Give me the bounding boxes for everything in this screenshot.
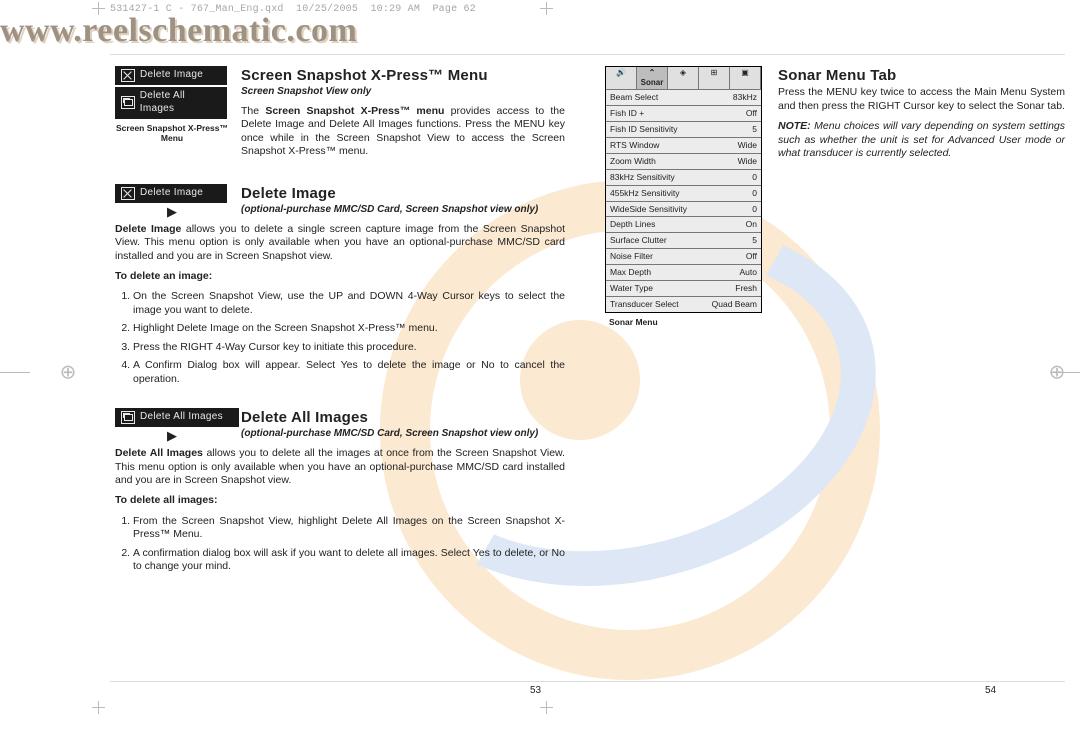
heading-xpress-menu: Screen Snapshot X-Press™ Menu <box>241 66 565 85</box>
tab-icon: ◈ <box>668 67 699 89</box>
arrow-icon: ▶ <box>115 204 229 221</box>
body: Delete All Images allows you to delete a… <box>115 447 565 487</box>
tab-sonar: ⌃ Sonar <box>637 67 668 89</box>
list-item: From the Screen Snapshot View, highlight… <box>133 515 565 542</box>
sonar-menu-row: RTS WindowWide <box>606 138 761 154</box>
tab-icon: ▣ <box>730 67 761 89</box>
sonar-menu-row: WideSide Sensitivity0 <box>606 202 761 218</box>
page-number-left: 53 <box>530 685 541 696</box>
menu-item-delete-all: Delete All Images <box>115 87 227 119</box>
steps-list: From the Screen Snapshot View, highlight… <box>133 515 565 574</box>
xpress-menu-graphic: Delete Image Delete All Images Screen Sn… <box>115 66 229 166</box>
watermark-url: www.reelschematic.com <box>0 12 357 50</box>
rule-bottom <box>110 681 1065 682</box>
cropmark-icon <box>92 2 105 15</box>
rule-top <box>110 54 1065 55</box>
lead-in: To delete all images: <box>115 494 565 507</box>
body: Press the MENU key twice to access the M… <box>778 86 1065 113</box>
list-item: A Confirm Dialog box will appear. Select… <box>133 359 565 386</box>
sonar-menu-row: Transducer SelectQuad Beam <box>606 297 761 312</box>
stack-icon <box>121 96 135 109</box>
menu-item-delete-all: Delete All Images <box>115 408 239 427</box>
sonar-menu-row: Water TypeFresh <box>606 281 761 297</box>
x-icon <box>121 69 135 82</box>
cropmark-icon <box>92 701 105 714</box>
x-icon <box>121 187 135 200</box>
sonar-menu-row: 455kHz Sensitivity0 <box>606 186 761 202</box>
list-item: Highlight Delete Image on the Screen Sna… <box>133 322 565 335</box>
menu-item-delete-image: Delete Image <box>115 66 227 85</box>
sonar-menu-caption: Sonar Menu <box>609 317 762 328</box>
menu-item-delete-image: Delete Image <box>115 184 227 203</box>
tab-icon: 🔊 <box>606 67 637 89</box>
lead-in: To delete an image: <box>115 270 565 283</box>
tab-strip: 🔊 ⌃ Sonar ◈ ⊞ ▣ <box>606 67 761 90</box>
tab-icon: ⊞ <box>699 67 730 89</box>
steps-list: On the Screen Snapshot View, use the UP … <box>133 290 565 386</box>
cropmark-icon <box>540 701 553 714</box>
subtitle: (optional-purchase MMC/SD Card, Screen S… <box>241 428 565 441</box>
heading-sonar-tab: Sonar Menu Tab <box>778 66 1065 85</box>
list-item: Press the RIGHT 4-Way Cursor key to init… <box>133 341 565 354</box>
page-number-right: 54 <box>985 685 996 696</box>
sonar-menu-row: Surface Clutter5 <box>606 233 761 249</box>
heading-delete-image: Delete Image <box>241 184 565 203</box>
sonar-menu-row: Fish ID +Off <box>606 106 761 122</box>
list-item: On the Screen Snapshot View, use the UP … <box>133 290 565 317</box>
menu-caption: Screen Snapshot X-Press™ Menu <box>115 123 229 145</box>
sonar-menu-row: 83kHz Sensitivity0 <box>606 170 761 186</box>
sonar-menu-row: Depth LinesOn <box>606 217 761 233</box>
sonar-menu-graphic: 🔊 ⌃ Sonar ◈ ⊞ ▣ Beam Select83kHzFish ID … <box>605 66 762 313</box>
sonar-menu-row: Noise FilterOff <box>606 249 761 265</box>
sonar-menu-row: Max DepthAuto <box>606 265 761 281</box>
sonar-menu-row: Fish ID Sensitivity5 <box>606 122 761 138</box>
subtitle: (optional-purchase MMC/SD Card, Screen S… <box>241 204 565 217</box>
sonar-menu-row: Beam Select83kHz <box>606 90 761 106</box>
body: The Screen Snapshot X-Press™ menu provid… <box>241 105 565 159</box>
heading-delete-all: Delete All Images <box>241 408 565 427</box>
arrow-icon: ▶ <box>115 428 229 445</box>
list-item: A confirmation dialog box will ask if yo… <box>133 547 565 574</box>
cropmark-icon <box>540 2 553 15</box>
register-mark-left: ⊕ <box>45 360 91 385</box>
note: NOTE: Menu choices will vary depending o… <box>778 120 1065 160</box>
stack-icon <box>121 411 135 424</box>
subtitle: Screen Snapshot View only <box>241 86 565 99</box>
body: Delete Image allows you to delete a sing… <box>115 223 565 263</box>
sonar-menu-row: Zoom WidthWide <box>606 154 761 170</box>
